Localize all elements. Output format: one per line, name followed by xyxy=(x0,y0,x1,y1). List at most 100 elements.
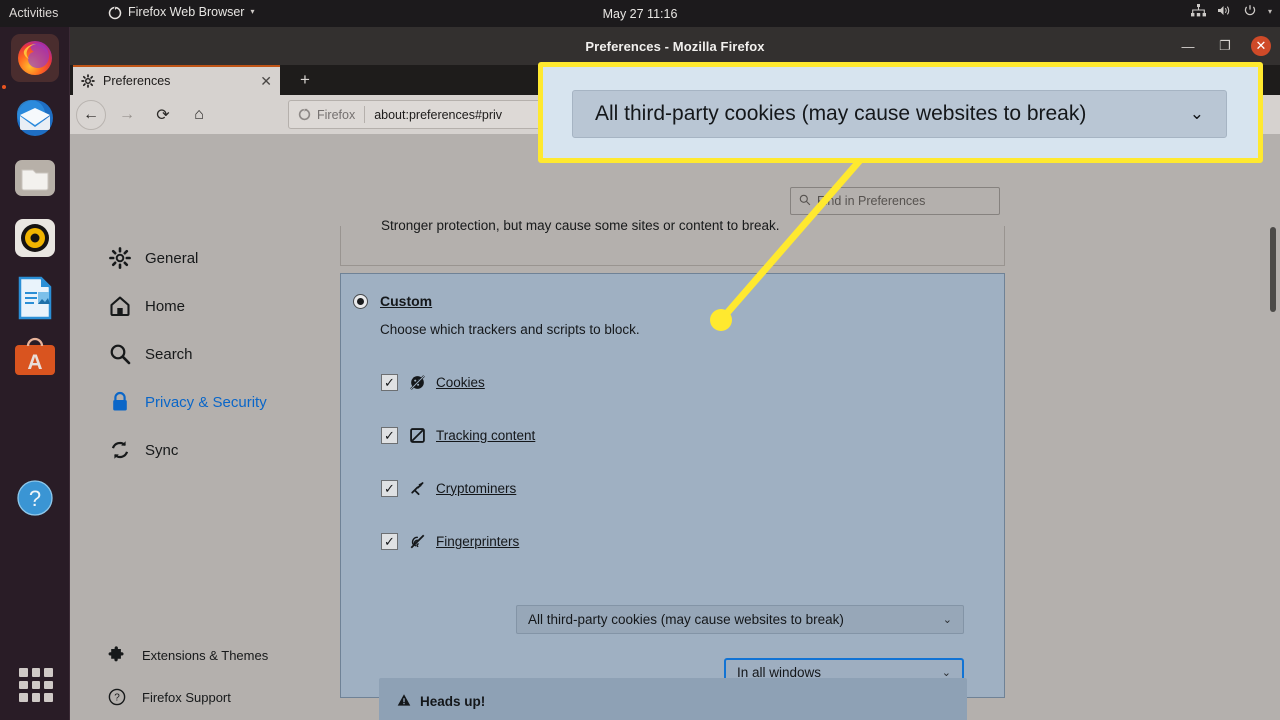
close-button[interactable]: ✕ xyxy=(1251,36,1271,56)
window-controls: — ❐ ✕ xyxy=(1177,27,1271,65)
forward-button[interactable]: → xyxy=(112,100,142,130)
dock-item-rhythmbox[interactable] xyxy=(11,214,59,262)
rhythmbox-icon xyxy=(15,219,55,257)
option-row-tracking-content[interactable]: ✓ Tracking content xyxy=(381,426,535,444)
question-circle-icon: ? xyxy=(17,480,53,516)
grid-dot xyxy=(19,693,28,702)
urlbar-text[interactable]: about:preferences#priv xyxy=(374,108,502,122)
custom-radio-label: Custom xyxy=(380,293,433,309)
preferences-sidebar-bottom: Extensions & Themes ? Firefox Support xyxy=(108,634,338,718)
dock-item-amazon[interactable]: A xyxy=(11,334,59,382)
volume-icon[interactable] xyxy=(1217,4,1232,20)
grid-dot xyxy=(44,693,53,702)
grid-dot xyxy=(19,668,28,677)
heads-up-panel: Heads up! Blocking trackers could impact… xyxy=(379,678,967,720)
window-title: Preferences - Mozilla Firefox xyxy=(585,38,765,54)
search-icon xyxy=(108,343,131,366)
cookies-dropdown[interactable]: All third-party cookies (may cause websi… xyxy=(516,605,964,634)
minimize-button[interactable]: — xyxy=(1177,35,1199,57)
chevron-down-icon: ⌄ xyxy=(942,614,952,626)
fingerprinters-checkbox[interactable]: ✓ xyxy=(381,532,398,550)
sidebar-item-firefox-support[interactable]: ? Firefox Support xyxy=(108,676,338,718)
grid-dot xyxy=(44,680,53,690)
dock-item-files[interactable] xyxy=(11,154,59,202)
fingerprint-icon xyxy=(408,532,426,550)
maximize-button[interactable]: ❐ xyxy=(1214,35,1236,57)
home-icon xyxy=(108,295,131,318)
files-icon xyxy=(15,160,55,196)
dock-item-firefox[interactable] xyxy=(11,34,59,82)
preferences-sidebar: General Home Search Privacy & Security S… xyxy=(108,234,328,474)
urlbar-brand-label: Firefox xyxy=(317,107,356,122)
cookies-checkbox[interactable]: ✓ xyxy=(381,373,398,391)
sidebar-item-general[interactable]: General xyxy=(108,234,328,282)
dock-item-help[interactable]: ? xyxy=(11,474,59,522)
sidebar-item-label: Firefox Support xyxy=(142,689,231,705)
dock-item-thunderbird[interactable] xyxy=(11,94,59,142)
lock-icon xyxy=(108,391,131,414)
close-icon[interactable]: ✕ xyxy=(254,73,272,90)
cookies-label: Cookies xyxy=(436,374,485,390)
fingerprinters-label: Fingerprinters xyxy=(436,533,520,549)
sidebar-item-sync[interactable]: Sync xyxy=(108,426,328,474)
tracking-content-label: Tracking content xyxy=(436,427,536,443)
tab-preferences[interactable]: Preferences ✕ xyxy=(73,65,280,95)
zoom-callout-dropdown[interactable]: All third-party cookies (may cause websi… xyxy=(572,90,1227,138)
heads-up-title-row: Heads up! xyxy=(397,693,949,710)
grid-dot xyxy=(31,668,41,677)
option-row-fingerprinters[interactable]: ✓ Fingerprinters xyxy=(381,532,519,550)
zoom-callout-dropdown-value: All third-party cookies (may cause websi… xyxy=(595,102,1087,125)
cryptominer-icon xyxy=(408,479,426,497)
amazon-icon: A xyxy=(15,337,55,375)
option-row-cryptominers[interactable]: ✓ Cryptominers xyxy=(381,479,516,497)
cryptominers-checkbox[interactable]: ✓ xyxy=(381,479,398,497)
gear-icon xyxy=(108,247,131,270)
libreoffice-writer-icon xyxy=(18,276,52,320)
reload-button[interactable]: ⟳ xyxy=(148,100,178,130)
sidebar-item-label: Extensions & Themes xyxy=(142,647,269,663)
network-icon[interactable] xyxy=(1190,4,1206,20)
show-applications-button[interactable] xyxy=(19,668,53,702)
scrollbar-thumb[interactable] xyxy=(1270,227,1276,312)
chevron-down-icon[interactable]: ▾ xyxy=(1268,7,1272,16)
thunderbird-icon xyxy=(17,100,53,136)
sidebar-item-label: Privacy & Security xyxy=(145,393,267,411)
clock[interactable]: May 27 11:16 xyxy=(0,7,1280,21)
find-in-preferences-input[interactable]: Find in Preferences xyxy=(790,187,1000,215)
search-icon xyxy=(799,194,811,209)
clipped-option-text: Stronger protection, but may cause some … xyxy=(381,218,780,233)
svg-text:A: A xyxy=(27,351,42,374)
preferences-page: Find in Preferences Stronger protection,… xyxy=(70,134,1280,720)
new-tab-button[interactable]: + xyxy=(292,68,318,92)
sidebar-item-home[interactable]: Home xyxy=(108,282,328,330)
option-row-cookies[interactable]: ✓ Cookies xyxy=(381,373,485,391)
system-tray[interactable]: ▾ xyxy=(1190,4,1272,20)
svg-text:?: ? xyxy=(114,693,120,704)
window-titlebar: Preferences - Mozilla Firefox — ❐ ✕ xyxy=(70,27,1280,65)
chevron-down-icon: ⌄ xyxy=(1189,104,1204,123)
sidebar-item-extensions-themes[interactable]: Extensions & Themes xyxy=(108,634,338,676)
custom-protection-card: Custom Choose which trackers and scripts… xyxy=(340,273,1005,720)
firefox-icon xyxy=(298,108,311,121)
sidebar-item-privacy-security[interactable]: Privacy & Security xyxy=(108,378,328,426)
previous-option-card[interactable]: Stronger protection, but may cause some … xyxy=(340,218,1005,266)
sidebar-item-label: Search xyxy=(145,345,193,363)
custom-radio-row[interactable]: Custom xyxy=(353,293,432,309)
vertical-scrollbar[interactable] xyxy=(1267,134,1280,720)
gear-icon xyxy=(81,74,95,88)
power-icon[interactable] xyxy=(1243,4,1257,20)
puzzle-icon xyxy=(108,646,126,664)
svg-text:?: ? xyxy=(29,486,41,511)
grid-dot xyxy=(31,693,41,702)
screen: Activities Firefox Web Browser ▾ May 27 … xyxy=(0,0,1280,720)
tracking-content-checkbox[interactable]: ✓ xyxy=(381,426,398,444)
warning-icon xyxy=(397,693,411,710)
home-button[interactable]: ⌂ xyxy=(184,100,214,130)
back-button[interactable]: ← xyxy=(76,99,106,130)
sidebar-item-search[interactable]: Search xyxy=(108,330,328,378)
cookies-dropdown-value: All third-party cookies (may cause websi… xyxy=(528,612,844,627)
dock-item-libreoffice-writer[interactable] xyxy=(11,274,59,322)
custom-radio[interactable] xyxy=(353,293,368,309)
question-circle-icon: ? xyxy=(108,688,126,706)
urlbar-separator xyxy=(364,106,366,123)
